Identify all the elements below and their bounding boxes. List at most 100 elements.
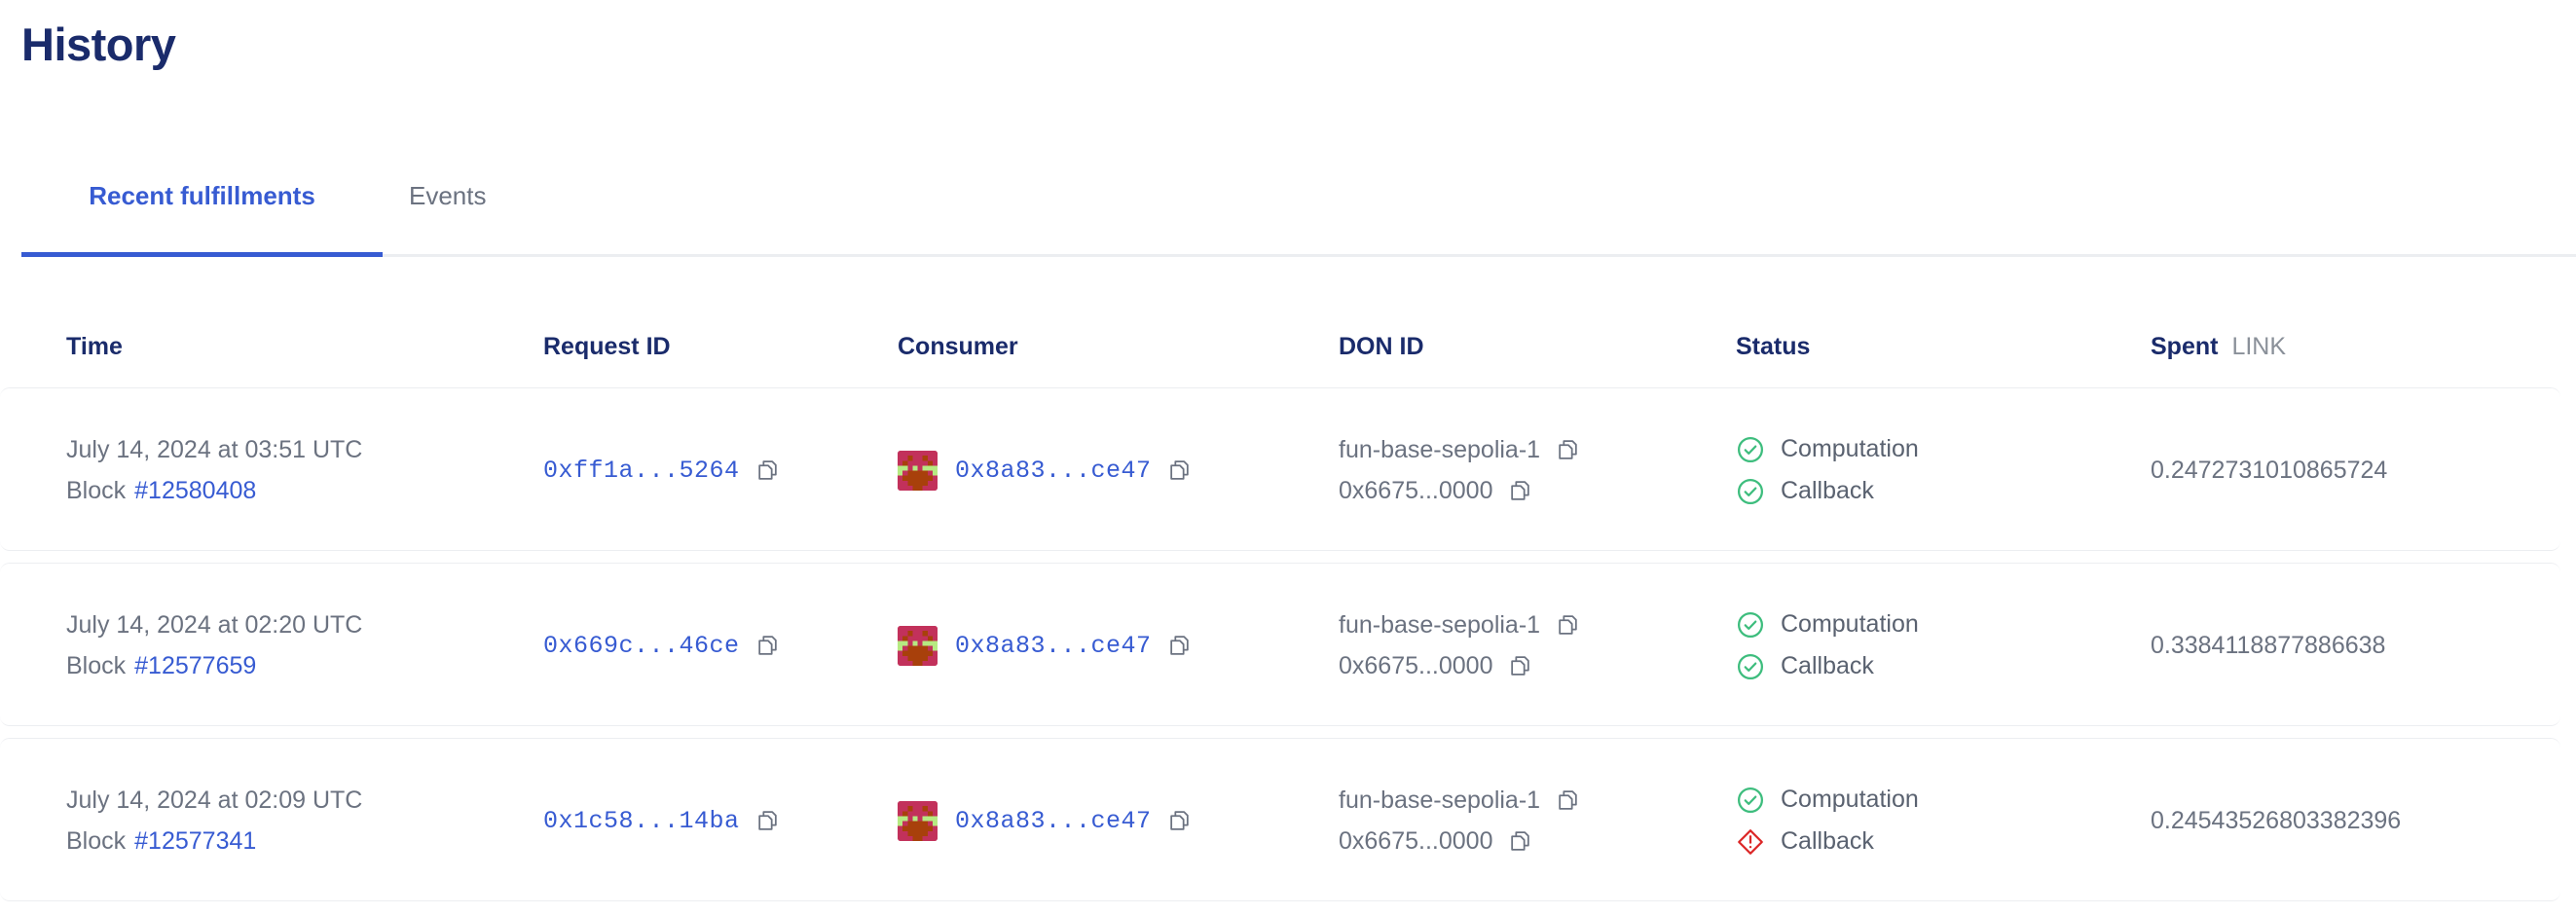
cell-don-id: fun-base-sepolia-1 0x6675...0000 (1339, 739, 1580, 902)
fulfillments-table-body: July 14, 2024 at 03:51 UTC Block #12580408… (0, 387, 2576, 913)
alert-diamond-icon (1736, 827, 1765, 857)
copy-don-id-hash-icon[interactable] (1508, 479, 1532, 503)
cell-request-id: 0x669c...46ce (543, 564, 780, 727)
block-label: Block (66, 826, 127, 855)
table-row[interactable]: July 14, 2024 at 02:09 UTC Block #12577341… (0, 738, 2560, 901)
cell-status: Computation Callback (1736, 564, 1919, 727)
table-header-row: Time Request ID Consumer DON ID Status Spent L… (0, 321, 2576, 389)
copy-consumer-address-icon[interactable] (1167, 458, 1192, 483)
cell-time: July 14, 2024 at 02:09 UTC Block #12577341 (66, 739, 362, 902)
timestamp-text: July 14, 2024 at 02:20 UTC (66, 610, 363, 639)
request-id-link[interactable]: 0x669c...46ce (543, 632, 740, 660)
copy-don-id-hash-icon[interactable] (1508, 829, 1532, 854)
spent-amount: 0.3384118877886638 (2151, 631, 2386, 659)
cell-request-id: 0x1c58...14ba (543, 739, 780, 902)
check-circle-icon (1736, 652, 1765, 681)
tab-events[interactable]: Events (409, 173, 487, 257)
column-header-label: DON ID (1339, 333, 1424, 360)
column-header-unit: LINK (2231, 333, 2287, 360)
copy-consumer-address-icon[interactable] (1167, 634, 1192, 658)
don-id-name: fun-base-sepolia-1 (1339, 435, 1541, 463)
timestamp-text: July 14, 2024 at 03:51 UTC (66, 435, 363, 463)
history-page: History Recent fulfillments Events Time R… (0, 0, 2576, 915)
status-label: Computation (1781, 786, 1919, 813)
column-header-label: Time (66, 333, 123, 360)
don-id-hash: 0x6675...0000 (1339, 826, 1493, 855)
copy-don-id-name-icon[interactable] (1556, 788, 1580, 813)
status-badge: Callback (1736, 477, 1919, 506)
column-header-label: Request ID (543, 333, 671, 360)
column-header-consumer: Consumer (898, 333, 1018, 361)
tab-recent-fulfillments[interactable]: Recent fulfillments (21, 173, 383, 257)
page-title: History (21, 18, 176, 70)
status-label: Computation (1781, 435, 1919, 462)
request-id-link[interactable]: 0x1c58...14ba (543, 807, 740, 835)
consumer-blockie-avatar (898, 800, 938, 841)
block-label: Block (66, 651, 127, 679)
column-header-donId: DON ID (1339, 333, 1424, 361)
check-circle-icon (1736, 477, 1765, 506)
don-id-name: fun-base-sepolia-1 (1339, 610, 1541, 639)
check-circle-icon (1736, 435, 1765, 464)
don-id-hash: 0x6675...0000 (1339, 651, 1493, 679)
consumer-address-link[interactable]: 0x8a83...ce47 (955, 457, 1152, 485)
column-header-time: Time (66, 333, 123, 361)
cell-don-id: fun-base-sepolia-1 0x6675...0000 (1339, 564, 1580, 727)
don-id-hash: 0x6675...0000 (1339, 476, 1493, 504)
status-label: Callback (1781, 827, 1874, 855)
status-label: Callback (1781, 652, 1874, 679)
cell-consumer: 0x8a83...ce47 (898, 564, 1192, 727)
copy-request-id-icon[interactable] (755, 809, 780, 833)
cell-consumer: 0x8a83...ce47 (898, 388, 1192, 552)
status-badge: Computation (1736, 786, 1919, 815)
cell-spent: 0.3384118877886638 (2151, 564, 2385, 727)
tab-bar-divider (21, 254, 2576, 257)
block-label: Block (66, 476, 127, 504)
status-badge: Callback (1736, 827, 1919, 857)
consumer-blockie-avatar (898, 625, 938, 666)
cell-spent: 0.2472731010865724 (2151, 388, 2387, 552)
block-number-link[interactable]: #12577659 (134, 652, 256, 679)
block-line: Block #12577659 (66, 652, 362, 680)
consumer-blockie-avatar (898, 450, 938, 491)
cell-time: July 14, 2024 at 02:20 UTC Block #12577659 (66, 564, 362, 727)
tab-bar: Recent fulfillments Events (0, 173, 2576, 257)
status-label: Computation (1781, 610, 1919, 638)
column-header-label: Status (1736, 333, 1811, 360)
column-header-requestId: Request ID (543, 333, 671, 361)
block-number-link[interactable]: #12577341 (134, 827, 256, 855)
column-header-spent: Spent LINK (2151, 333, 2286, 361)
cell-request-id: 0xff1a...5264 (543, 388, 780, 552)
copy-don-id-name-icon[interactable] (1556, 438, 1580, 462)
cell-status: Computation Callback (1736, 388, 1919, 552)
column-header-label: Consumer (898, 333, 1018, 360)
copy-consumer-address-icon[interactable] (1167, 809, 1192, 833)
spent-amount: 0.2472731010865724 (2151, 456, 2388, 484)
copy-request-id-icon[interactable] (755, 634, 780, 658)
cell-don-id: fun-base-sepolia-1 0x6675...0000 (1339, 388, 1580, 552)
copy-don-id-hash-icon[interactable] (1508, 654, 1532, 678)
column-header-status: Status (1736, 333, 1810, 361)
status-badge: Computation (1736, 610, 1919, 640)
block-number-link[interactable]: #12580408 (134, 477, 256, 504)
column-header-label: Spent (2151, 333, 2219, 360)
timestamp-text: July 14, 2024 at 02:09 UTC (66, 786, 363, 814)
copy-request-id-icon[interactable] (755, 458, 780, 483)
cell-consumer: 0x8a83...ce47 (898, 739, 1192, 902)
consumer-address-link[interactable]: 0x8a83...ce47 (955, 807, 1152, 835)
check-circle-icon (1736, 610, 1765, 640)
consumer-address-link[interactable]: 0x8a83...ce47 (955, 632, 1152, 660)
request-id-link[interactable]: 0xff1a...5264 (543, 457, 740, 485)
copy-don-id-name-icon[interactable] (1556, 613, 1580, 638)
status-badge: Computation (1736, 435, 1919, 464)
cell-time: July 14, 2024 at 03:51 UTC Block #12580408 (66, 388, 362, 552)
status-badge: Callback (1736, 652, 1919, 681)
active-tab-indicator (21, 252, 383, 257)
don-id-name: fun-base-sepolia-1 (1339, 786, 1541, 814)
block-line: Block #12577341 (66, 827, 362, 856)
table-row[interactable]: July 14, 2024 at 03:51 UTC Block #12580408… (0, 387, 2560, 551)
cell-spent: 0.24543526803382396 (2151, 739, 2401, 902)
check-circle-icon (1736, 786, 1765, 815)
cell-status: Computation Callback (1736, 739, 1919, 902)
table-row[interactable]: July 14, 2024 at 02:20 UTC Block #12577659… (0, 563, 2560, 726)
